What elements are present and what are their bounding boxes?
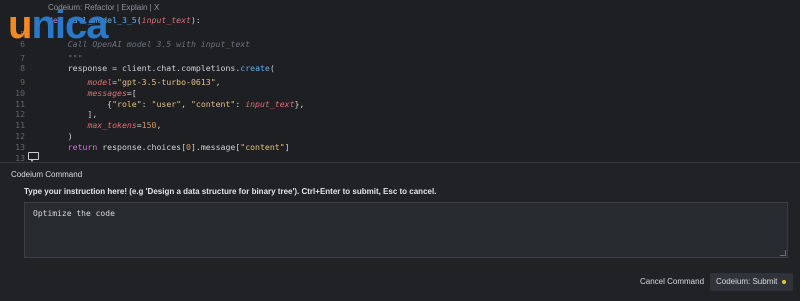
code-line: def call_model_3_5(input_text): <box>0 13 800 27</box>
brand-logo: unica <box>8 3 108 47</box>
instruction-input-value[interactable]: Optimize the code <box>33 209 115 218</box>
instruction-text: Type your instruction here! (e.g 'Design… <box>24 187 437 196</box>
status-dot-icon <box>782 280 787 284</box>
code-text: response = client.chat.completions.creat… <box>48 61 275 75</box>
cancel-command-button[interactable]: Cancel Command <box>634 273 710 291</box>
logo-text: nica <box>31 3 108 47</box>
code-token: chat <box>156 63 177 73</box>
codeium-command-panel: Codeium Command Type your instruction he… <box>0 162 800 301</box>
code-token: ( <box>269 63 275 73</box>
submit-button[interactable]: Codeium: Submit <box>710 273 794 291</box>
panel-title: Codeium Command <box>11 170 83 179</box>
code-token: completions <box>181 63 236 73</box>
logo-letter-u: u <box>8 3 32 47</box>
code-token: input_text <box>141 15 191 25</box>
code-token: create <box>240 63 270 73</box>
code-line: 8 response = client.chat.completions.cre… <box>0 61 800 75</box>
submit-button-label: Codeium: Submit <box>716 277 778 286</box>
comment-icon[interactable] <box>28 152 39 162</box>
code-editor[interactable]: unica Codeium: Refactor | Explain | X de… <box>0 0 800 163</box>
code-line: 6 Call OpenAI model 3.5 with input_text <box>0 37 800 51</box>
line-number: 8 <box>20 63 25 73</box>
instruction-input[interactable]: Optimize the code <box>24 202 788 258</box>
code-token: ): <box>190 15 201 25</box>
resize-handle-icon[interactable] <box>780 250 786 256</box>
code-token: response = client. <box>48 63 157 73</box>
